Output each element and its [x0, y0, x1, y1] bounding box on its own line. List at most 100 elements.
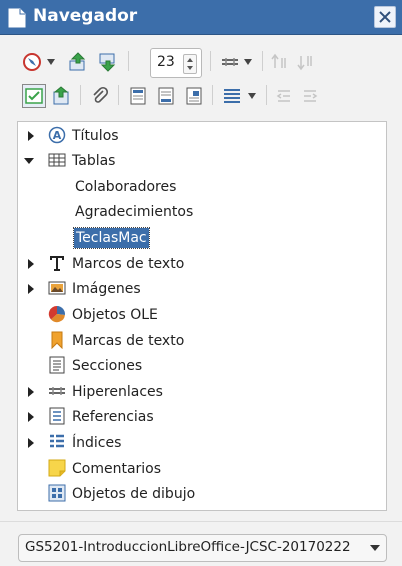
- tree-item-referencias[interactable]: Referencias: [18, 405, 386, 429]
- page-number-spinner[interactable]: [150, 48, 202, 78]
- heading-levels-button[interactable]: [222, 86, 242, 106]
- tree-item-comentarios[interactable]: Comentarios: [18, 457, 386, 481]
- chevron-down-icon[interactable]: [248, 93, 256, 99]
- tree-item-label: Agradecimientos: [75, 204, 194, 220]
- drawing-object-icon: [48, 484, 66, 502]
- tree-item-agradecimientos[interactable]: Agradecimientos: [18, 200, 386, 224]
- demote-level-icon: [304, 90, 318, 102]
- tree-item-colaboradores[interactable]: Colaboradores: [18, 175, 386, 199]
- tree-item-label: Objetos de dibujo: [72, 486, 196, 502]
- toolbar-separator: [212, 85, 213, 105]
- tree-item-marcas-de-texto[interactable]: Marcas de texto: [18, 329, 386, 353]
- header-button[interactable]: [128, 86, 148, 106]
- spinner-arrows[interactable]: [183, 54, 197, 74]
- tree-item-indices[interactable]: Índices: [18, 431, 386, 455]
- tree-item-label: Objetos OLE: [72, 307, 158, 323]
- navigate-by-button[interactable]: [22, 52, 42, 72]
- previous-object-icon: [69, 52, 86, 71]
- table-icon: [48, 153, 66, 167]
- toolbar-separator: [266, 85, 267, 105]
- anchor-text-button[interactable]: [184, 86, 204, 106]
- tree-item-label: Títulos: [72, 128, 119, 144]
- demote-chapter-icon: [297, 56, 312, 71]
- demote-level-button[interactable]: [300, 86, 320, 106]
- toolbar-navigation: [0, 44, 402, 78]
- drag-mode-icon: [222, 58, 238, 66]
- compass-icon: [23, 53, 41, 71]
- document-selector-value: GS5201-IntroduccionLibreOffice-JCSC-2017…: [25, 539, 351, 555]
- spin-arrows-icon: [187, 58, 193, 70]
- tree-item-label: Marcas de texto: [72, 333, 185, 349]
- tree-item-tablas[interactable]: Tablas: [18, 149, 386, 173]
- close-icon: [379, 11, 391, 23]
- reminder-icon: [53, 86, 69, 105]
- tree-item-label: Imágenes: [72, 281, 141, 297]
- chevron-down-icon: [370, 545, 380, 551]
- section-icon: [49, 356, 65, 374]
- drag-mode-button[interactable]: [220, 52, 240, 72]
- document-selector[interactable]: GS5201-IntroduccionLibreOffice-JCSC-2017…: [18, 534, 387, 562]
- footer-icon: [158, 87, 174, 105]
- expand-arrow-icon[interactable]: [26, 387, 36, 397]
- promote-level-icon: [276, 90, 290, 102]
- promote-level-button[interactable]: [274, 86, 294, 106]
- toolbar-content: [0, 78, 402, 112]
- headings-icon: A: [48, 126, 66, 144]
- next-object-button[interactable]: [98, 52, 118, 72]
- toolbar-separator: [80, 85, 81, 105]
- promote-chapter-button[interactable]: [270, 52, 290, 72]
- set-reminder-button[interactable]: [52, 86, 72, 106]
- tree-item-label: Marcos de texto: [72, 256, 185, 272]
- content-view-button[interactable]: [22, 84, 46, 108]
- toolbar-separator: [262, 51, 263, 71]
- collapse-arrow-icon[interactable]: [24, 156, 34, 166]
- tree-item-objetos-de-dibujo[interactable]: Objetos de dibujo: [18, 482, 386, 506]
- demote-chapter-button[interactable]: [296, 52, 316, 72]
- tree-item-teclasmac[interactable]: TeclasMac: [18, 226, 386, 250]
- tree-item-secciones[interactable]: Secciones: [18, 354, 386, 378]
- tree-item-label-selected: TeclasMac: [73, 227, 150, 249]
- expand-arrow-icon[interactable]: [26, 284, 36, 294]
- window-title: Navegador: [33, 6, 138, 26]
- tree-item-label: Tablas: [72, 153, 116, 169]
- tree-item-marcos-de-texto[interactable]: Marcos de texto: [18, 252, 386, 276]
- index-icon: [50, 434, 64, 448]
- header-icon: [130, 87, 146, 105]
- ole-object-icon: [48, 305, 65, 323]
- close-button[interactable]: [374, 6, 396, 28]
- title-bar: Navegador: [0, 0, 402, 35]
- chevron-down-icon[interactable]: [47, 59, 55, 65]
- tree-item-label: Colaboradores: [75, 179, 177, 195]
- tree-item-label: Comentarios: [72, 461, 162, 477]
- tree-item-imagenes[interactable]: Imágenes: [18, 277, 386, 301]
- expand-arrow-icon[interactable]: [26, 131, 36, 141]
- expand-arrow-icon[interactable]: [26, 412, 36, 422]
- previous-object-button[interactable]: [68, 52, 88, 72]
- content-view-icon: [25, 88, 43, 104]
- expand-arrow-icon[interactable]: [26, 259, 36, 269]
- bookmark-icon: [51, 331, 63, 349]
- toolbar-separator: [210, 51, 211, 71]
- navigator-tree[interactable]: A Títulos Tablas Colaboradores Agradecim…: [17, 121, 387, 511]
- tree-item-label: Índices: [72, 435, 122, 451]
- promote-chapter-icon: [271, 53, 286, 68]
- next-object-icon: [99, 53, 116, 72]
- toolbar-separator: [128, 51, 129, 71]
- tree-item-label: Hiperenlaces: [72, 384, 163, 400]
- reference-icon: [49, 407, 65, 425]
- hyperlink-icon: [49, 387, 65, 395]
- chevron-down-icon[interactable]: [244, 59, 252, 65]
- tree-item-hiperenlaces[interactable]: Hiperenlaces: [18, 380, 386, 404]
- footer-button[interactable]: [156, 86, 176, 106]
- insert-link-button[interactable]: [90, 86, 110, 106]
- tree-item-label: Referencias: [72, 409, 154, 425]
- heading-levels-icon: [224, 89, 240, 103]
- tree-item-label: Secciones: [72, 358, 143, 374]
- comment-icon: [48, 459, 66, 477]
- expand-arrow-icon[interactable]: [26, 438, 36, 448]
- paperclip-icon: [93, 86, 109, 103]
- svg-text:A: A: [53, 129, 62, 142]
- tree-item-objetos-ole[interactable]: Objetos OLE: [18, 303, 386, 327]
- tree-item-titulos[interactable]: A Títulos: [18, 124, 386, 148]
- text-frame-icon: [50, 256, 64, 271]
